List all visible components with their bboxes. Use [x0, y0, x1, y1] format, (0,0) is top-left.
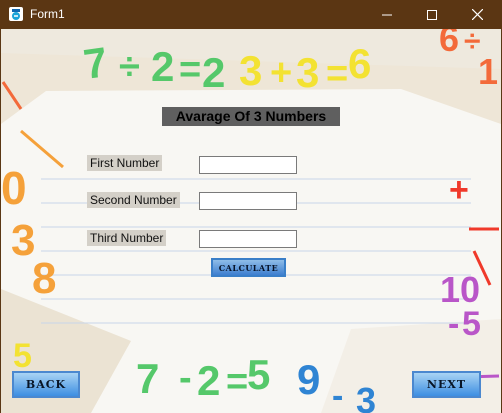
- second-number-input[interactable]: [199, 192, 297, 210]
- first-number-input[interactable]: [199, 156, 297, 174]
- bg-digit: 6: [439, 29, 459, 59]
- page-heading: Avarage Of 3 Numbers: [162, 107, 340, 126]
- form1-window: Form1 7 ÷ 2 = 2 3 + 3 = 6 6 ÷ 1 0 3 8 + …: [0, 0, 502, 413]
- window-title: Form1: [30, 7, 65, 21]
- bg-digit: 9: [297, 356, 320, 403]
- app-icon: [9, 7, 23, 21]
- bg-digit: 7: [136, 355, 159, 402]
- bg-digit: 6: [348, 40, 371, 87]
- first-number-label: First Number: [87, 155, 163, 171]
- bg-digit: 5: [247, 351, 270, 398]
- bg-digit: 5: [462, 305, 481, 343]
- client-area: 7 ÷ 2 = 2 3 + 3 = 6 6 ÷ 1 0 3 8 + 10 - 5: [1, 29, 501, 413]
- bg-digit: -: [448, 305, 459, 343]
- back-button[interactable]: BACK: [12, 371, 80, 398]
- maximize-button[interactable]: [409, 0, 455, 29]
- bg-digit: 3: [296, 49, 319, 96]
- second-number-label: Second Number: [87, 192, 180, 208]
- bg-digit: ÷: [119, 46, 140, 88]
- next-button[interactable]: NEXT: [412, 371, 481, 398]
- third-number-input[interactable]: [199, 230, 297, 248]
- close-button[interactable]: [454, 0, 500, 29]
- bg-digit: 8: [32, 254, 56, 303]
- bg-digit: =: [226, 361, 248, 403]
- math-background: 7 ÷ 2 = 2 3 + 3 = 6 6 ÷ 1 0 3 8 + 10 - 5: [1, 29, 501, 413]
- bg-digit: +: [270, 52, 292, 94]
- bg-digit: =: [326, 53, 348, 95]
- bg-digit: +: [449, 171, 469, 209]
- bg-digit: -: [332, 377, 343, 413]
- bg-digit: 5: [13, 337, 32, 375]
- bg-digit: 2: [197, 357, 220, 404]
- minimize-button[interactable]: [364, 0, 410, 29]
- calculate-button[interactable]: CALCULATE: [211, 258, 286, 277]
- bg-digit: 0: [1, 162, 27, 214]
- minimize-icon: [382, 14, 392, 15]
- close-icon: [471, 9, 483, 20]
- maximize-icon: [427, 9, 437, 20]
- title-bar[interactable]: Form1: [0, 0, 502, 29]
- bg-digit: 3: [356, 380, 376, 413]
- bg-digit: 10: [440, 269, 480, 310]
- bg-digit: 2: [151, 43, 174, 90]
- bg-digit: 2: [202, 49, 225, 96]
- bg-digit: 3: [239, 47, 262, 94]
- bg-digit: =: [179, 49, 201, 91]
- bg-digit: 1: [478, 51, 498, 92]
- bg-digit: -: [179, 357, 192, 399]
- third-number-label: Third Number: [87, 230, 167, 246]
